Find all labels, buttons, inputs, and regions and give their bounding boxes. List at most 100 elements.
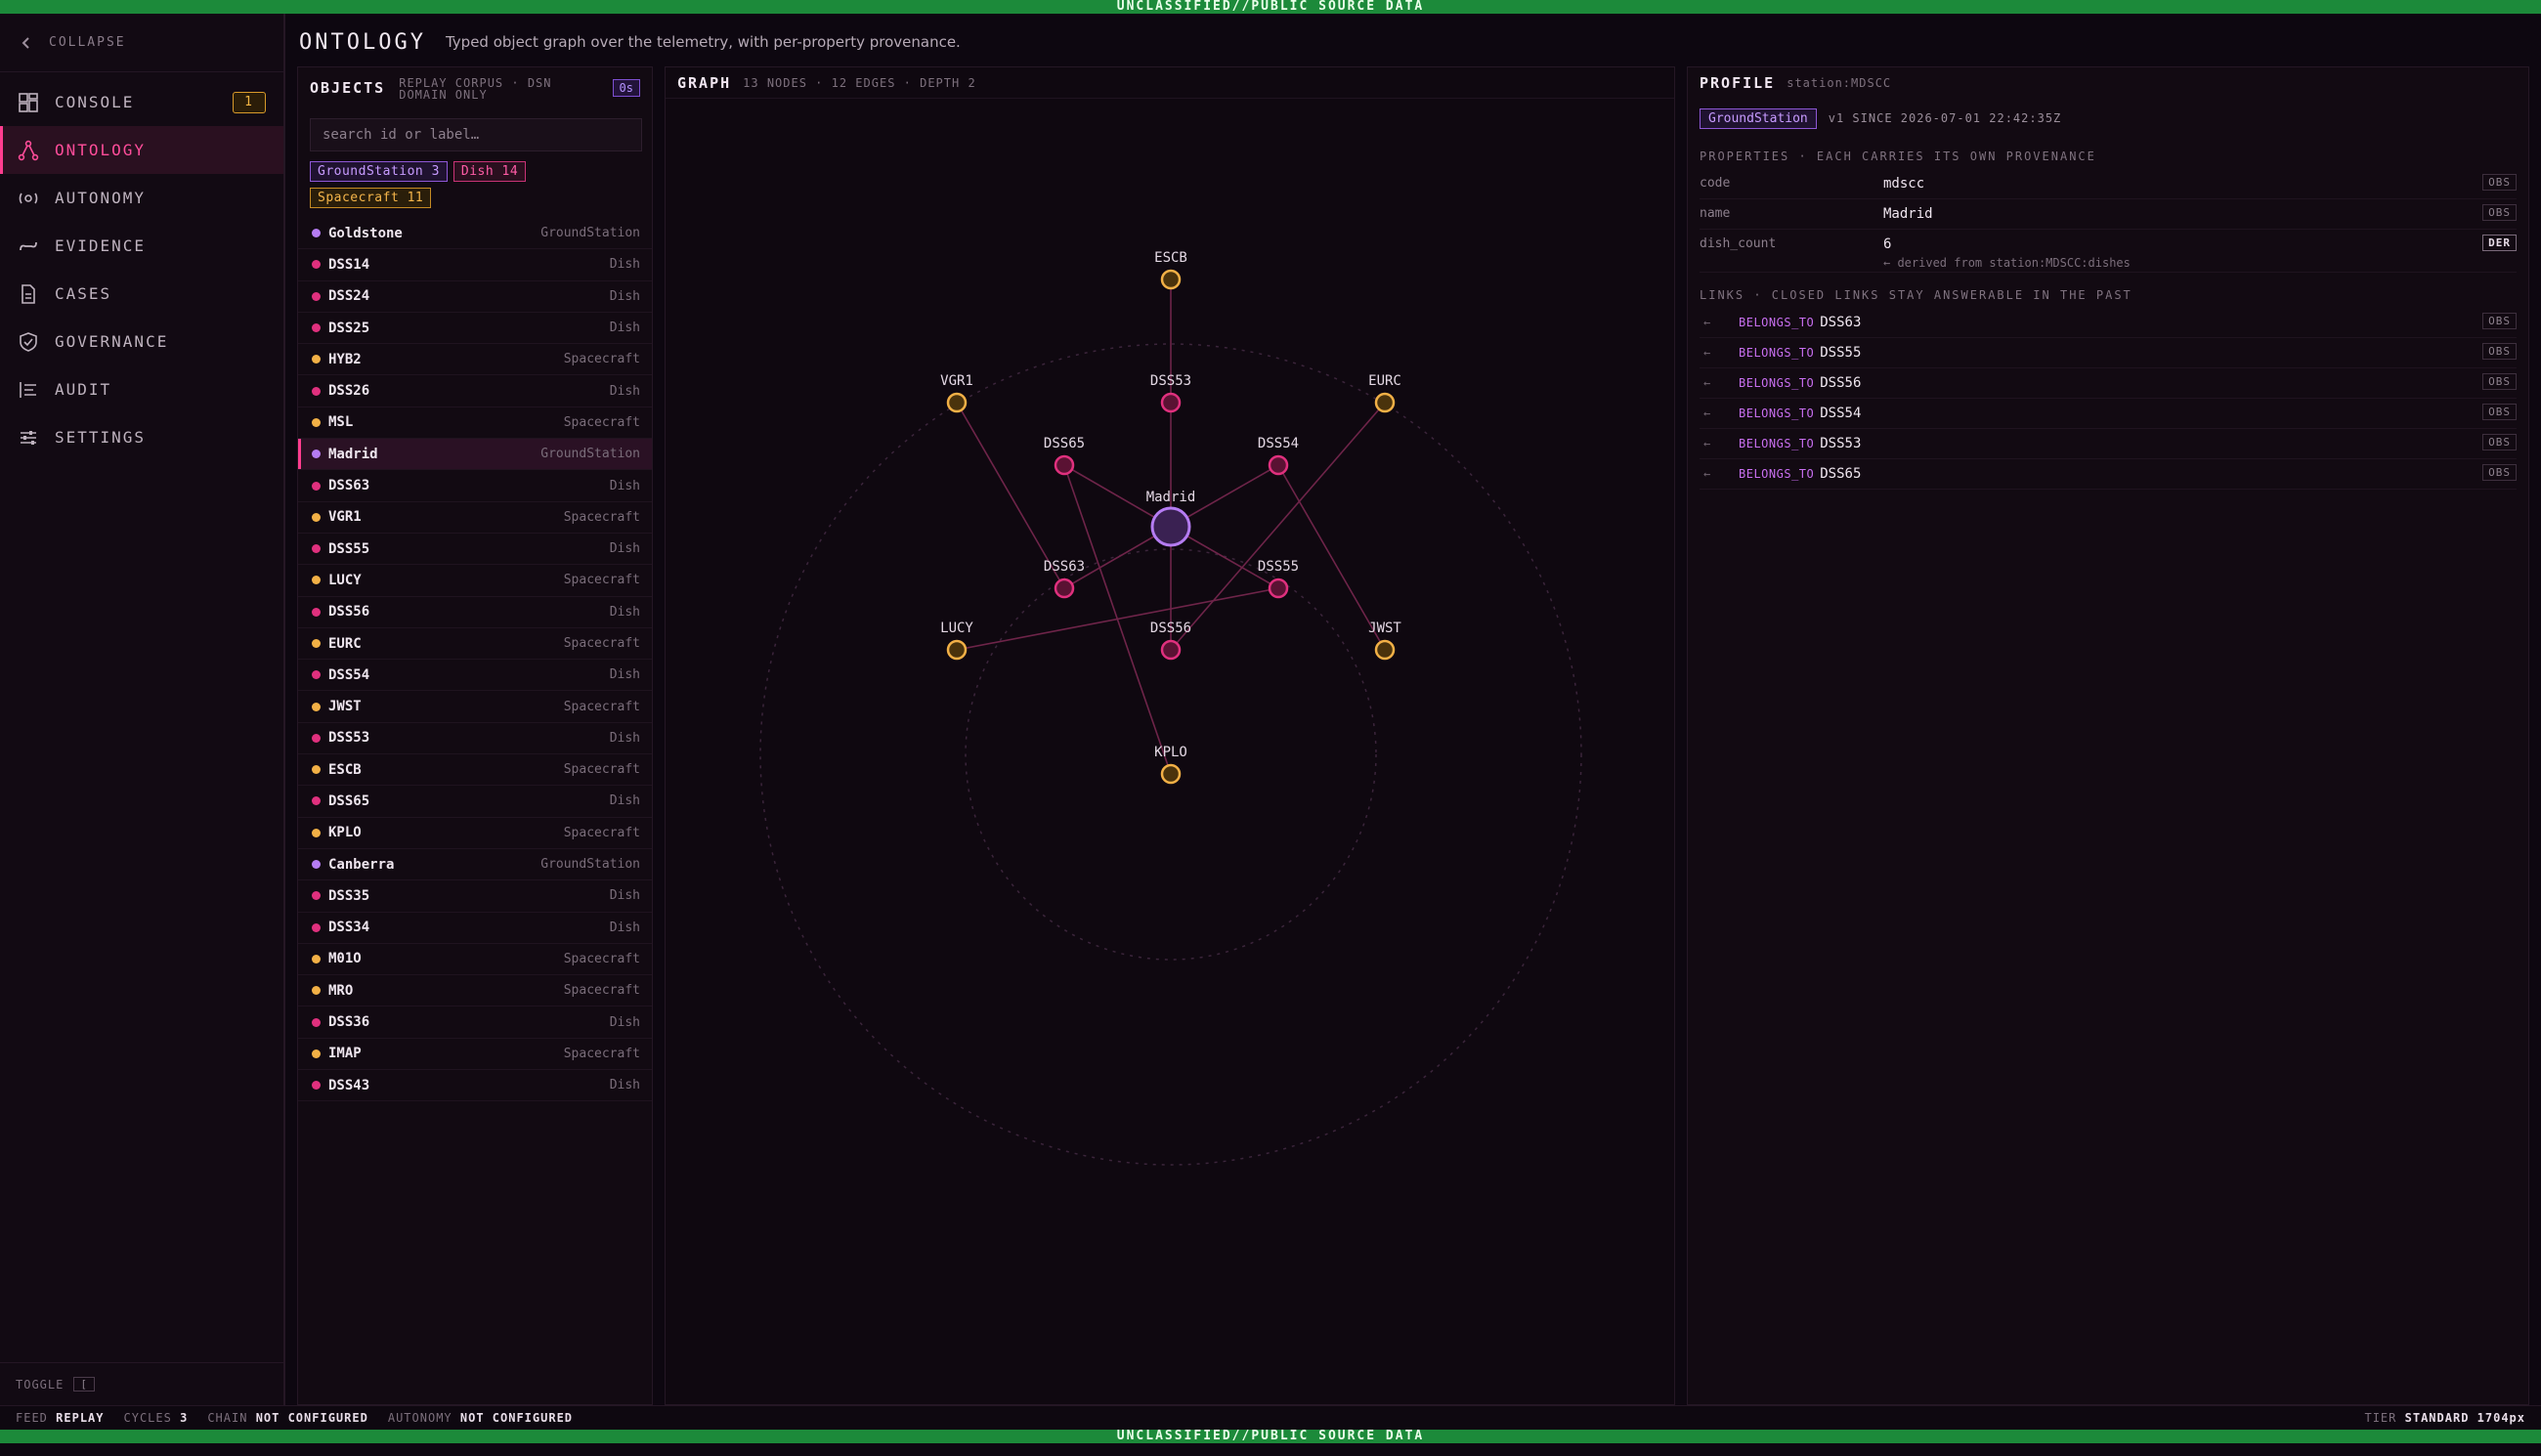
sidebar-item-audit[interactable]: AUDIT: [0, 365, 283, 413]
object-list-item[interactable]: DSS24 Dish: [298, 281, 652, 313]
link-target[interactable]: DSS63: [1820, 315, 1861, 330]
filter-chip-gs[interactable]: GroundStation 3: [310, 161, 448, 182]
link-row[interactable]: ← BELONGS_TO DSS53 OBS: [1700, 429, 2517, 459]
page-header: ONTOLOGY Typed object graph over the tel…: [299, 27, 961, 57]
chevron-left-icon: [22, 36, 29, 49]
object-list-item[interactable]: DSS25 Dish: [298, 313, 652, 345]
object-list-item[interactable]: DSS63 Dish: [298, 470, 652, 502]
object-list-item[interactable]: ESCB Spacecraft: [298, 754, 652, 787]
object-type: Spacecraft: [563, 762, 640, 778]
graph-node[interactable]: EURC: [1368, 373, 1401, 413]
object-list-item[interactable]: DSS43 Dish: [298, 1070, 652, 1102]
object-list-item[interactable]: DSS14 Dish: [298, 249, 652, 281]
provenance-badge: OBS: [2482, 204, 2517, 221]
sidebar-item-autonomy[interactable]: AUTONOMY: [0, 174, 283, 222]
object-label: DSS26: [328, 383, 370, 400]
spacecraft-node: [1160, 269, 1182, 290]
sidebar-item-label: EVIDENCE: [55, 236, 147, 255]
link-row[interactable]: ← BELONGS_TO DSS56 OBS: [1700, 368, 2517, 399]
object-list-item[interactable]: IMAP Spacecraft: [298, 1039, 652, 1071]
sidebar: COLLAPSE CONSOLE 1 ONTOLOGY AUTONOMY EVIDENC…: [0, 14, 285, 1405]
link-target[interactable]: DSS53: [1820, 436, 1861, 451]
object-list-item[interactable]: Madrid GroundStation: [298, 439, 652, 471]
link-row[interactable]: ← BELONGS_TO DSS55 OBS: [1700, 338, 2517, 368]
object-type: Dish: [609, 730, 640, 746]
type-dot-icon: [312, 386, 321, 396]
node-label: Madrid: [1146, 490, 1196, 505]
shield-icon: [20, 331, 37, 352]
profile-panel: PROFILE station:MDSCC GroundStation v1 S…: [1687, 66, 2529, 1405]
object-list-item[interactable]: VGR1 Spacecraft: [298, 502, 652, 534]
object-type: Dish: [609, 541, 640, 557]
graph-node[interactable]: DSS54: [1258, 436, 1299, 476]
object-list-item[interactable]: DSS34 Dish: [298, 913, 652, 944]
object-type: Spacecraft: [563, 983, 640, 999]
provenance-badge: OBS: [2482, 404, 2517, 420]
object-list-item[interactable]: DSS53 Dish: [298, 723, 652, 755]
object-list-item[interactable]: DSS26 Dish: [298, 375, 652, 407]
graph-node[interactable]: DSS65: [1044, 436, 1085, 476]
sidebar-item-evidence[interactable]: EVIDENCE: [0, 222, 283, 270]
object-list-item[interactable]: DSS56 Dish: [298, 597, 652, 628]
tier-status: TIER STANDARD 1704px: [2364, 1411, 2525, 1425]
filter-chip-dish[interactable]: Dish 14: [452, 161, 527, 182]
link-row[interactable]: ← BELONGS_TO DSS54 OBS: [1700, 399, 2517, 429]
dish-node: [1160, 639, 1182, 661]
object-type: Spacecraft: [563, 699, 640, 714]
link-target[interactable]: DSS54: [1820, 406, 1861, 421]
object-list-item[interactable]: EURC Spacecraft: [298, 628, 652, 661]
sidebar-item-cases[interactable]: CASES: [0, 270, 283, 318]
toggle-control[interactable]: TOGGLE [: [0, 1362, 283, 1405]
object-list-item[interactable]: DSS55 Dish: [298, 534, 652, 566]
graph-node[interactable]: KPLO: [1154, 745, 1187, 785]
sidebar-item-label: GOVERNANCE: [55, 332, 169, 351]
object-list-item[interactable]: JWST Spacecraft: [298, 691, 652, 723]
sidebar-item-ontology[interactable]: ONTOLOGY: [0, 126, 283, 174]
object-list-item[interactable]: Canberra GroundStation: [298, 849, 652, 881]
link-row[interactable]: ← BELONGS_TO DSS65 OBS: [1700, 459, 2517, 490]
object-list-item[interactable]: LUCY Spacecraft: [298, 565, 652, 597]
node-label: EURC: [1368, 373, 1401, 389]
property-value: mdscc: [1883, 176, 1925, 192]
object-list-item[interactable]: DSS54 Dish: [298, 660, 652, 692]
sidebar-item-governance[interactable]: GOVERNANCE: [0, 318, 283, 365]
node-label: JWST: [1368, 621, 1401, 636]
filter-chip-sc[interactable]: Spacecraft 11: [310, 188, 432, 208]
sidebar-item-label: SETTINGS: [55, 428, 147, 447]
object-label: DSS63: [328, 478, 370, 494]
sliders-icon: [21, 430, 36, 445]
object-list-item[interactable]: M01O Spacecraft: [298, 944, 652, 976]
graph-node[interactable]: DSS63: [1044, 559, 1085, 599]
object-list-item[interactable]: DSS35 Dish: [298, 880, 652, 913]
graph-node[interactable]: LUCY: [940, 621, 973, 661]
object-list-item[interactable]: DSS36 Dish: [298, 1006, 652, 1039]
sidebar-item-settings[interactable]: SETTINGS: [0, 413, 283, 461]
graph-canvas[interactable]: Madrid ESCB DSS53 VGR1 EURC DSS65 DSS54 DSS63 DS…: [666, 99, 1674, 1404]
object-list-item[interactable]: DSS65 Dish: [298, 786, 652, 818]
object-list-item[interactable]: MSL Spacecraft: [298, 407, 652, 440]
link-target[interactable]: DSS65: [1820, 466, 1861, 482]
toggle-shortcut-key: [: [73, 1377, 95, 1392]
object-label: MSL: [328, 414, 354, 431]
graph-node[interactable]: JWST: [1368, 621, 1401, 661]
object-list-item[interactable]: HYB2 Spacecraft: [298, 344, 652, 376]
type-dot-icon: [312, 733, 321, 743]
object-list-item[interactable]: Goldstone GroundStation: [298, 218, 652, 250]
classification-banner-top: UNCLASSIFIED//PUBLIC SOURCE DATA: [0, 0, 2541, 14]
object-list-item[interactable]: MRO Spacecraft: [298, 975, 652, 1007]
graph-node[interactable]: ESCB: [1154, 250, 1187, 290]
search-input[interactable]: [310, 118, 642, 151]
object-type: GroundStation: [540, 447, 640, 462]
object-list-item[interactable]: KPLO Spacecraft: [298, 818, 652, 849]
collapse-button[interactable]: COLLAPSE: [0, 14, 283, 72]
object-type: Dish: [609, 793, 640, 809]
property-value-cell: Madrid: [1883, 206, 1933, 222]
graph-node[interactable]: VGR1: [940, 373, 973, 413]
spacecraft-node: [1374, 392, 1396, 413]
arrow-left-icon: ←: [1703, 376, 1711, 390]
link-row[interactable]: ← BELONGS_TO DSS63 OBS: [1700, 308, 2517, 338]
arrow-left-icon: ←: [1703, 407, 1711, 420]
link-target[interactable]: DSS56: [1820, 375, 1861, 391]
sidebar-item-console[interactable]: CONSOLE 1: [0, 78, 283, 126]
link-target[interactable]: DSS55: [1820, 345, 1861, 361]
